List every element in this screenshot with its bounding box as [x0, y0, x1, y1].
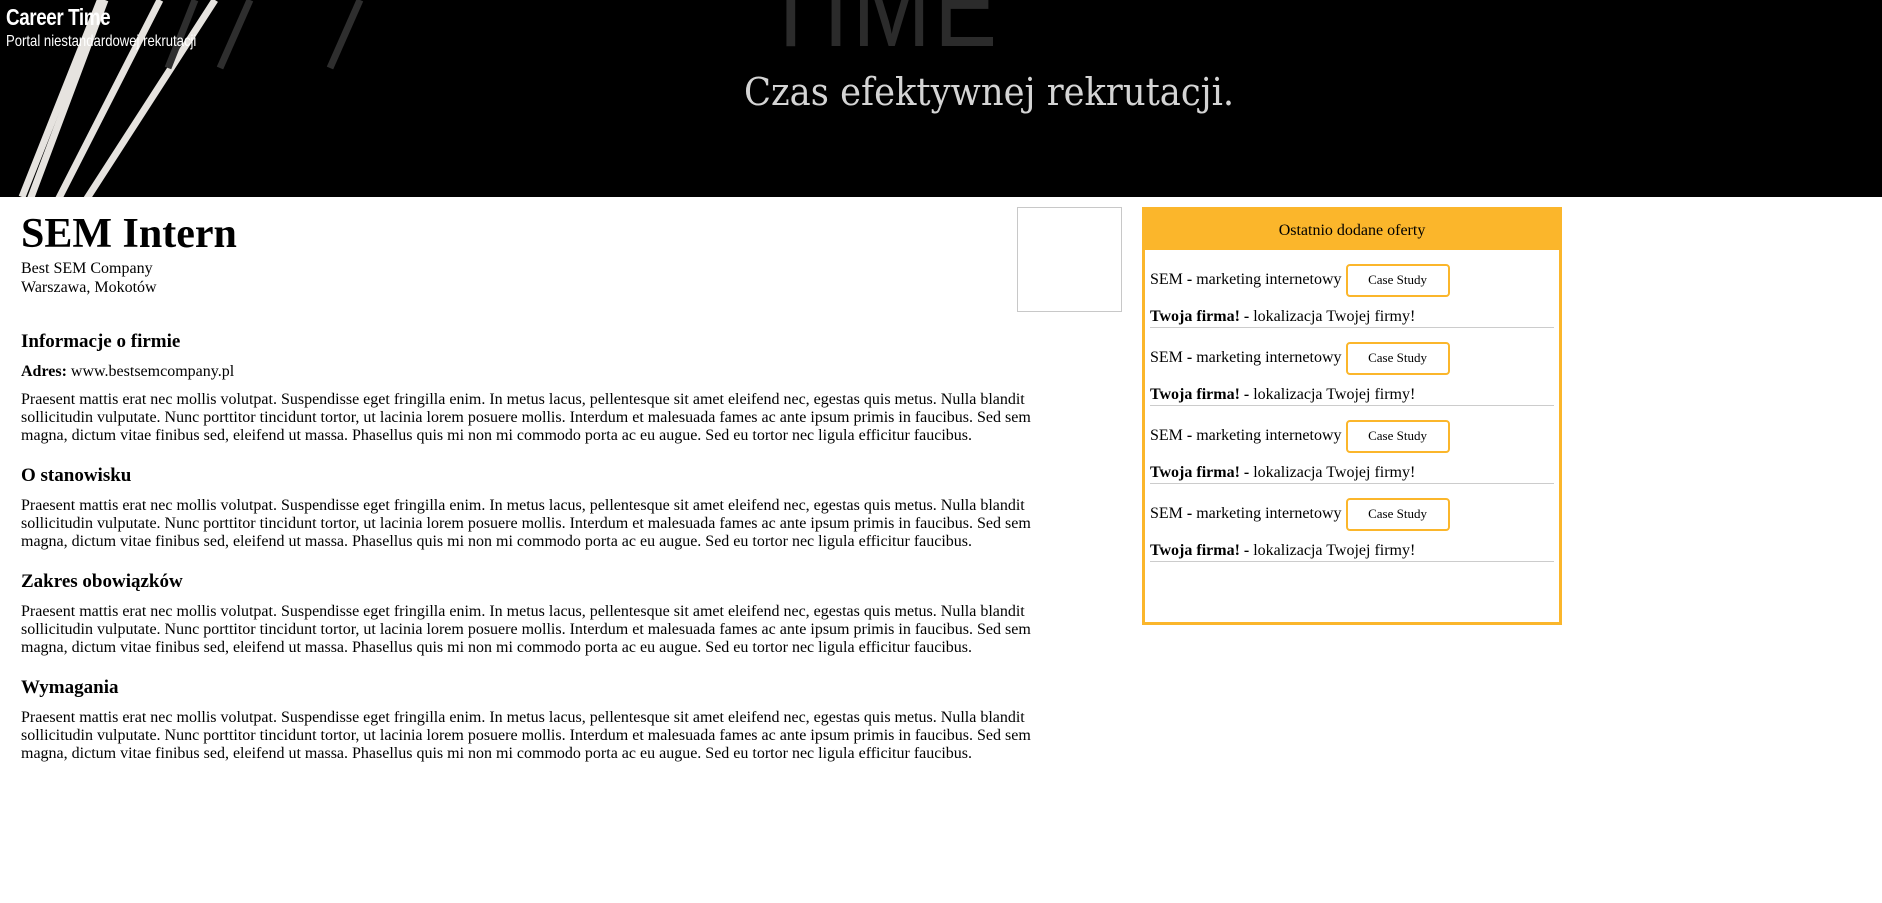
offer-location: lokalizacja Twojej firmy! [1253, 542, 1416, 559]
offer-company-row: Twoja firma! - lokalizacja Twojej firmy! [1150, 534, 1554, 562]
offer-item[interactable]: SEM - marketing internetowy Case Study T… [1150, 416, 1554, 484]
offer-sep2: - [1243, 386, 1250, 403]
offer-title[interactable]: SEM - marketing internetowy [1150, 271, 1342, 289]
offer-title-b: marketing internetowy [1196, 349, 1342, 366]
recent-offers-title: Ostatnio dodane oferty [1145, 210, 1559, 250]
offer-title[interactable]: SEM - marketing internetowy [1150, 505, 1342, 523]
offer-sep: - [1186, 505, 1193, 522]
offer-title-b: marketing internetowy [1196, 505, 1342, 522]
offer-item[interactable]: SEM - marketing internetowy Case Study T… [1150, 494, 1554, 562]
offer-sep: - [1186, 427, 1193, 444]
section-heading: O stanowisku [21, 465, 132, 486]
address-label: Adres: [21, 363, 67, 380]
case-study-button[interactable]: Case Study [1345, 341, 1450, 375]
section-text: Praesent mattis erat nec mollis volutpat… [21, 497, 1031, 550]
address-value: www.bestsemcompany.pl [70, 363, 235, 380]
site-brand[interactable]: Career Time Portal niestandardowej rekru… [6, 4, 238, 51]
offer-item[interactable]: SEM - marketing internetowy Case Study T… [1150, 338, 1554, 406]
offer-title[interactable]: SEM - marketing internetowy [1150, 427, 1342, 445]
company-logo [1017, 207, 1122, 312]
offer-location: lokalizacja Twojej firmy! [1253, 464, 1416, 481]
case-study-button[interactable]: Case Study [1345, 497, 1450, 531]
offer-company: Twoja firma! [1150, 308, 1240, 325]
case-study-button[interactable]: Case Study [1345, 419, 1450, 453]
offer-title-b: marketing internetowy [1196, 427, 1342, 444]
offer-item[interactable]: SEM - marketing internetowy Case Study T… [1150, 260, 1554, 328]
site-subtitle: Portal niestandardowej rekrutacji [6, 33, 197, 50]
banner-big-text: TIME [762, 0, 1001, 72]
section-text: Praesent mattis erat nec mollis volutpat… [21, 709, 1031, 762]
section-heading: Informacje o firmie [21, 331, 181, 352]
job-title: SEM Intern [21, 211, 237, 257]
offer-sep2: - [1243, 308, 1250, 325]
offer-company-row: Twoja firma! - lokalizacja Twojej firmy! [1150, 300, 1554, 328]
offer-location: lokalizacja Twojej firmy! [1253, 308, 1416, 325]
offer-company: Twoja firma! [1150, 386, 1240, 403]
recent-offers-panel: Ostatnio dodane oferty SEM - marketing i… [1142, 207, 1562, 625]
offer-title-a: SEM [1150, 349, 1183, 366]
section-heading: Wymagania [21, 677, 119, 698]
section-heading: Zakres obowiązków [21, 571, 183, 592]
header-banner: TIME Czas efektywnej rekrutacji. Career … [0, 0, 1882, 197]
company-address: Adres: www.bestsemcompany.pl [21, 363, 1076, 381]
section-text: Praesent mattis erat nec mollis volutpat… [21, 603, 1031, 656]
offer-sep2: - [1243, 542, 1250, 559]
section-text: Praesent mattis erat nec mollis volutpat… [21, 391, 1031, 444]
offer-company: Twoja firma! [1150, 464, 1240, 481]
offer-title-a: SEM [1150, 271, 1183, 288]
offer-sep: - [1186, 271, 1193, 288]
job-location: Warszawa, Mokotów [21, 279, 157, 296]
offer-sep: - [1186, 349, 1193, 366]
offer-company: Twoja firma! [1150, 542, 1240, 559]
offer-sep2: - [1243, 464, 1250, 481]
offer-location: lokalizacja Twojej firmy! [1253, 386, 1416, 403]
offer-title-a: SEM [1150, 505, 1183, 522]
offer-company-row: Twoja firma! - lokalizacja Twojej firmy! [1150, 378, 1554, 406]
case-study-button[interactable]: Case Study [1345, 263, 1450, 297]
offer-title[interactable]: SEM - marketing internetowy [1150, 349, 1342, 367]
job-details: SEM Intern Best SEM Company Warszawa, Mo… [21, 207, 1076, 773]
offer-title-a: SEM [1150, 427, 1183, 444]
banner-tagline: Czas efektywnej rekrutacji. [744, 70, 1235, 114]
offer-title-b: marketing internetowy [1196, 271, 1342, 288]
site-title[interactable]: Career Time [6, 4, 196, 31]
offer-company-row: Twoja firma! - lokalizacja Twojej firmy! [1150, 456, 1554, 484]
company-name: Best SEM Company [21, 260, 153, 277]
